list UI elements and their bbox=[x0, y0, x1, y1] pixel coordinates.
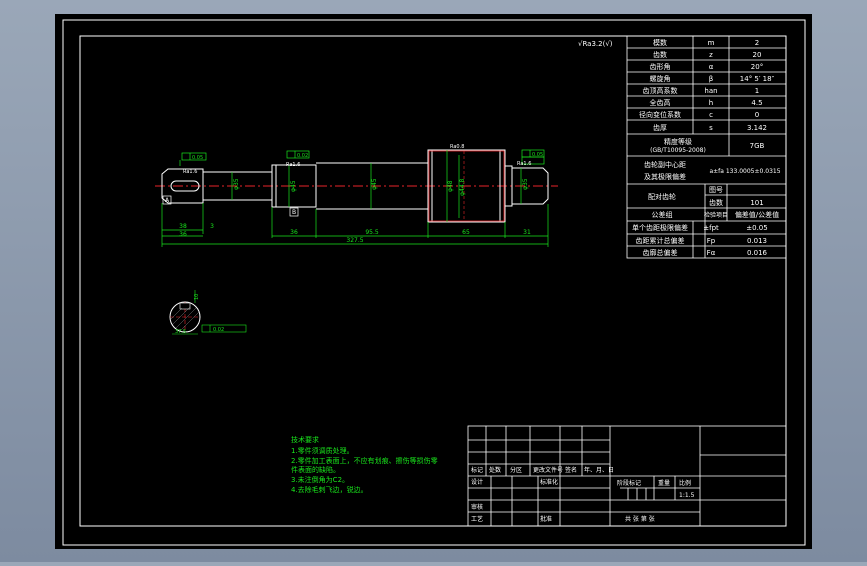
param-name: 全齿高 bbox=[650, 98, 671, 107]
drawing-canvas[interactable]: 模数 m 2 齿数 z 20 齿形角 α 20° 螺旋角 β 14° 5′ 18… bbox=[0, 0, 867, 562]
tb-label: 年、月、日 bbox=[584, 466, 614, 474]
roughness-label: Ra1.6 bbox=[517, 161, 531, 167]
param-name: 单个齿距极限偏差 bbox=[632, 223, 688, 232]
param-sym: c bbox=[709, 111, 713, 119]
dim-diameter: φ45 bbox=[371, 178, 378, 190]
grade-name: 精度等级 bbox=[664, 137, 692, 146]
param-name: 齿距累计总偏差 bbox=[636, 236, 685, 245]
tolerance-group-value: 偏差值/公差值 bbox=[735, 210, 779, 219]
dim-total-length: 327.5 bbox=[346, 237, 363, 244]
tolerance-value: 0.05 bbox=[192, 155, 203, 161]
section-depth: 37.5 bbox=[175, 329, 186, 335]
param-val: 3.142 bbox=[747, 124, 767, 132]
tb-label: 更改文件号 bbox=[533, 466, 563, 474]
section-tolerance: 0.02 bbox=[213, 327, 224, 333]
tb-craft: 工艺 bbox=[471, 515, 483, 523]
mate-gear-drawing: 图号 bbox=[709, 186, 723, 194]
roughness-label: Ra1.6 bbox=[286, 162, 300, 168]
tb-ratio-value: 1:1.5 bbox=[679, 492, 695, 499]
tb-label: 分区 bbox=[510, 466, 522, 474]
tb-ratio: 比例 bbox=[679, 479, 691, 487]
dim-length: 3 bbox=[210, 223, 214, 230]
param-val: 0.013 bbox=[747, 237, 767, 245]
tolerance-value: 0.05 bbox=[532, 152, 543, 158]
tb-label: 处数 bbox=[489, 466, 501, 474]
param-val: 0 bbox=[755, 111, 759, 119]
dim-diameter: φ45 bbox=[290, 180, 297, 192]
param-sym: z bbox=[709, 51, 713, 59]
param-sym: Fp bbox=[707, 237, 716, 245]
roughness-label: Ra1.6 bbox=[183, 169, 197, 175]
center-distance-name-2: 及其极限偏差 bbox=[644, 172, 686, 181]
tb-approve: 批准 bbox=[540, 515, 552, 523]
param-val: 4.5 bbox=[751, 99, 762, 107]
param-name: 螺旋角 bbox=[650, 74, 671, 83]
tb-designer: 设计 bbox=[471, 478, 483, 486]
param-sym: β bbox=[709, 75, 713, 83]
tb-label: 签名 bbox=[565, 466, 577, 474]
note-line: 1.零件须调质处理。 bbox=[291, 446, 354, 455]
tb-sheets: 共 张 第 张 bbox=[625, 515, 655, 523]
param-val: 1 bbox=[755, 87, 759, 95]
param-sym: s bbox=[709, 124, 713, 132]
param-val: 14° 5′ 18″ bbox=[740, 75, 775, 83]
tolerance-group-column: 检验项目 bbox=[704, 211, 728, 219]
roughness-note: √Ra3.2(√) bbox=[578, 40, 613, 48]
param-name: 齿顶高系数 bbox=[643, 86, 678, 95]
tb-reviewer: 审核 bbox=[471, 503, 483, 511]
center-distance-value: a±fa 133.0005±0.0315 bbox=[709, 168, 780, 175]
param-val: 20 bbox=[753, 51, 762, 59]
notes-title: 技术要求 bbox=[291, 435, 319, 444]
drawing-sheet bbox=[55, 14, 812, 549]
dim-diameter: φ44.8 bbox=[459, 179, 466, 197]
param-val: 2 bbox=[755, 39, 759, 47]
param-sym: m bbox=[708, 39, 715, 47]
mate-gear-name: 配对齿轮 bbox=[648, 192, 676, 201]
param-name: 齿数 bbox=[653, 50, 667, 59]
note-line: 件表面的缺陷。 bbox=[291, 465, 340, 474]
param-sym: han bbox=[704, 87, 717, 95]
param-name: 模数 bbox=[653, 38, 667, 47]
param-name: 齿廓总偏差 bbox=[643, 248, 678, 257]
dim-length: 38 bbox=[179, 223, 187, 230]
dim-diameter: φ35 bbox=[522, 178, 529, 190]
grade-standard: (GB/T10095-2008) bbox=[650, 147, 706, 154]
grade-value: 7GB bbox=[750, 142, 765, 150]
dim-diameter: φ35 bbox=[233, 178, 240, 190]
note-line: 4.去除毛刺飞边，锐边。 bbox=[291, 485, 368, 494]
dim-length: 95.5 bbox=[365, 229, 379, 236]
dim-length: 31 bbox=[523, 229, 531, 236]
param-name: 径向变位系数 bbox=[639, 110, 681, 119]
datum-label: B bbox=[292, 209, 296, 216]
tb-label: 标记 bbox=[471, 466, 483, 474]
param-val: 20° bbox=[751, 63, 763, 71]
tb-stage: 阶段标记 bbox=[617, 479, 641, 487]
note-line: 3.未注倒角为C2。 bbox=[291, 475, 349, 484]
note-line: 2.零件加工表面上，不应有划痕、擦伤等损伤零 bbox=[291, 456, 438, 465]
param-sym: α bbox=[709, 63, 714, 71]
roughness-label: Ra0.8 bbox=[450, 144, 464, 150]
section-width: 10 bbox=[194, 294, 200, 300]
center-distance-name: 齿轮副中心距 bbox=[644, 160, 686, 169]
tolerance-value: 0.02 bbox=[297, 153, 308, 159]
param-name: 齿厚 bbox=[653, 124, 667, 132]
dim-length: 36 bbox=[290, 229, 298, 236]
param-sym: ±fpt bbox=[703, 224, 719, 232]
tb-weight: 重量 bbox=[658, 479, 670, 487]
mate-gear-teeth: 齿数 bbox=[709, 198, 723, 207]
tb-standard: 标准化 bbox=[540, 478, 558, 486]
param-sym: h bbox=[709, 99, 713, 107]
param-name: 齿形角 bbox=[650, 62, 671, 71]
dim-length: 36 bbox=[179, 231, 187, 238]
param-val: ±0.05 bbox=[746, 224, 767, 232]
dim-length: 65 bbox=[462, 229, 470, 236]
tolerance-group-name: 公差组 bbox=[652, 210, 673, 219]
cad-viewport[interactable]: 模数 m 2 齿数 z 20 齿形角 α 20° 螺旋角 β 14° 5′ 18… bbox=[0, 0, 867, 562]
dim-diameter: φ48 bbox=[447, 180, 454, 192]
param-sym: Fα bbox=[707, 249, 716, 257]
param-val: 0.016 bbox=[747, 249, 768, 257]
mate-gear-teeth-value: 101 bbox=[750, 199, 763, 207]
